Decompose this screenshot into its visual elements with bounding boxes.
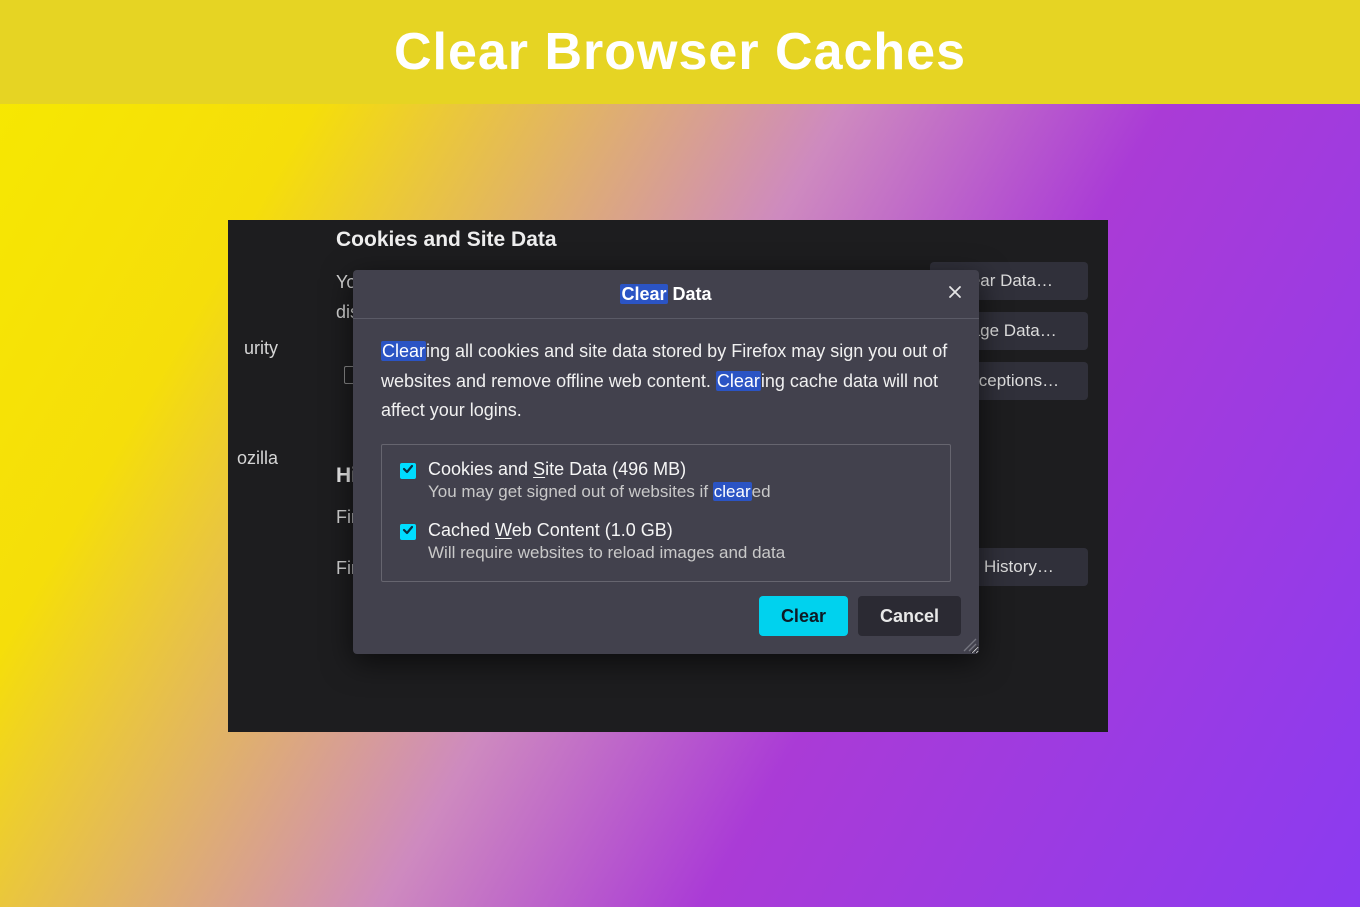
desc-highlight-2: Clear (716, 371, 761, 391)
clear-data-label-frag: ear Data… (971, 271, 1053, 290)
close-icon (947, 284, 963, 305)
cache-option-label: Cached Web Content (1.0 GB) (428, 520, 932, 541)
close-button[interactable] (939, 278, 971, 310)
clear-button-label: Clear (781, 606, 826, 627)
cancel-button-label: Cancel (880, 606, 939, 627)
cache-option-sub: Will require websites to reload images a… (428, 543, 932, 563)
resize-grip-icon[interactable] (963, 638, 977, 652)
checkmark-icon (402, 523, 414, 541)
checkmark-icon (402, 462, 414, 480)
cookies-heading: Cookies and Site Data (336, 228, 557, 252)
cancel-button[interactable]: Cancel (858, 596, 961, 636)
option-cache: Cached Web Content (1.0 GB) Will require… (400, 520, 932, 563)
firefox-settings-screenshot: Cookies and Site Data Yo dis urity ozill… (228, 220, 1108, 732)
clear-button[interactable]: Clear (759, 596, 848, 636)
dialog-footer: Clear Cancel (353, 582, 979, 654)
dialog-title: Clear Data (620, 284, 711, 305)
dialog-header: Clear Data (353, 270, 979, 319)
dialog-title-highlight: Clear (620, 284, 667, 304)
dialog-title-rest: Data (668, 284, 712, 304)
page-title: Clear Browser Caches (394, 22, 966, 82)
option-cookies: Cookies and Site Data (496 MB) You may g… (400, 459, 932, 502)
cookies-option-sub: You may get signed out of websites if cl… (428, 482, 932, 502)
page-banner: Clear Browser Caches (0, 0, 1360, 104)
cookies-option-label: Cookies and Site Data (496 MB) (428, 459, 932, 480)
sidebar-item-security-fragment[interactable]: urity (228, 338, 278, 359)
options-box: Cookies and Site Data (496 MB) You may g… (381, 444, 951, 582)
desc-highlight-1: Clear (381, 341, 426, 361)
sidebar-item-mozilla-fragment[interactable]: ozilla (228, 448, 278, 469)
cookies-checkbox[interactable] (400, 463, 416, 479)
cache-checkbox[interactable] (400, 524, 416, 540)
clear-data-dialog: Clear Data Clearing all cookies and site… (353, 270, 979, 654)
dialog-description: Clearing all cookies and site data store… (381, 337, 951, 426)
